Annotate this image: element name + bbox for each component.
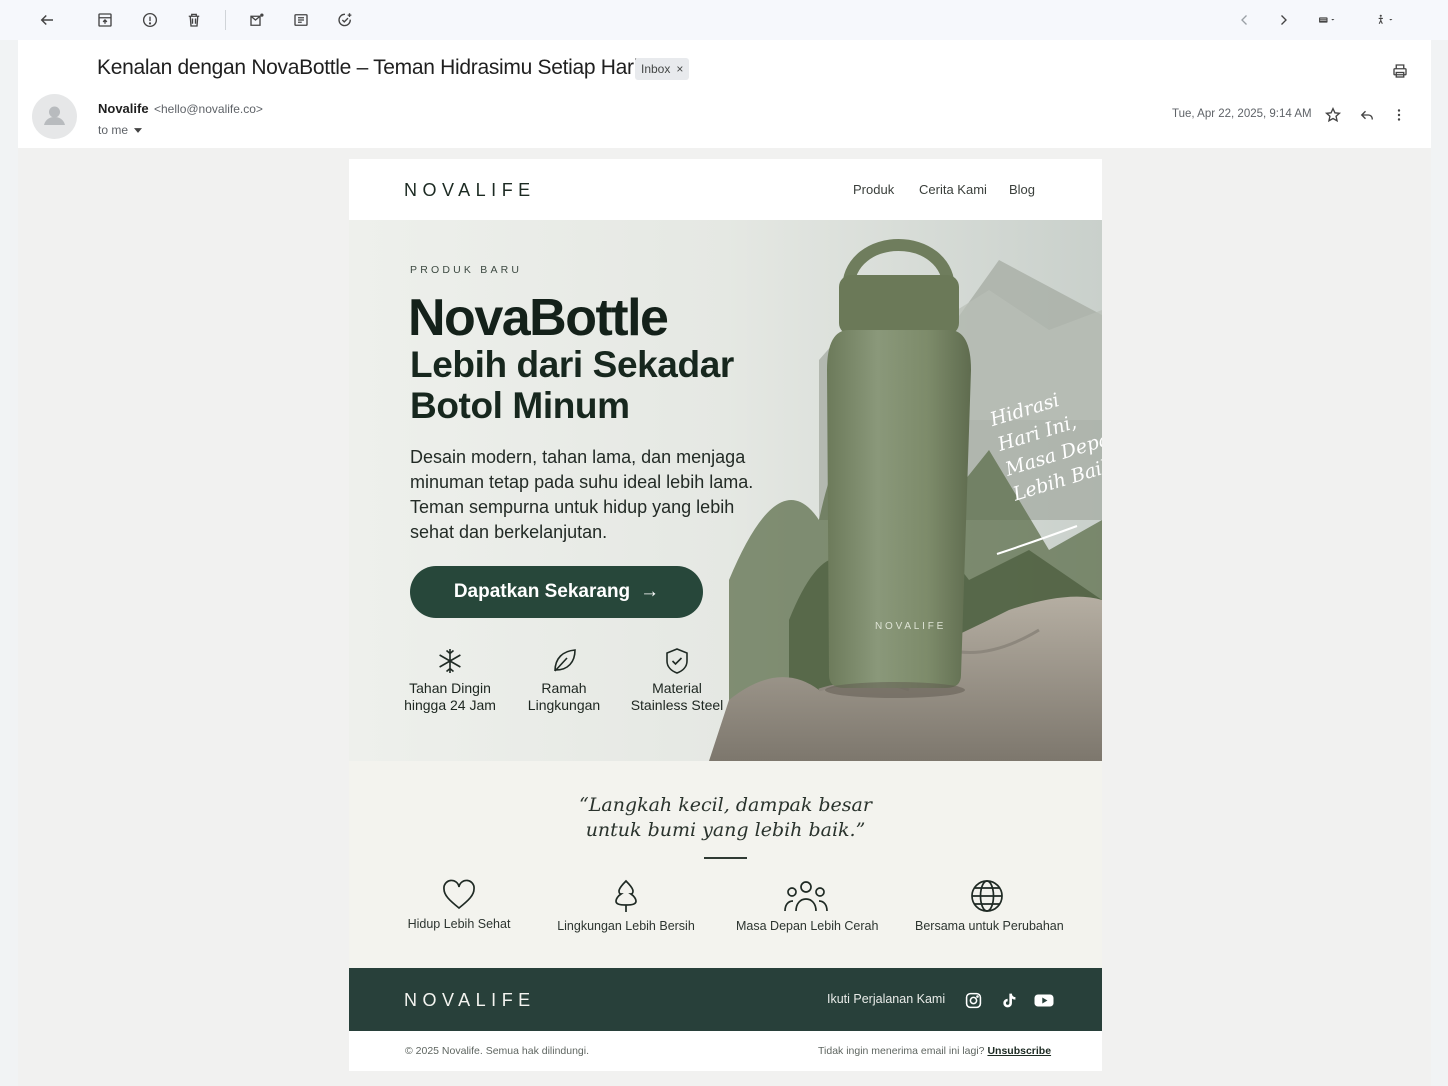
email-body: NOVALIFE Produk Cerita Kami Blog NOVALIF…: [349, 159, 1102, 1071]
feature-label: Material: [652, 680, 702, 696]
globe-icon: [971, 880, 1003, 912]
feature-cold: Tahan Dingin hingga 24 Jam: [390, 646, 510, 714]
sender-email: <hello@novalife.co>: [154, 102, 263, 116]
feature-label: Lingkungan: [527, 697, 601, 713]
feature-eco: Ramah Lingkungan: [504, 646, 624, 714]
email-footer: NOVALIFE Ikuti Perjalanan Kami: [349, 968, 1102, 1031]
more-options-icon[interactable]: [1388, 104, 1410, 126]
feature-label: hingga 24 Jam: [404, 697, 496, 713]
nav-link-cerita-kami[interactable]: Cerita Kami: [919, 182, 987, 197]
message-date: Tue, Apr 22, 2025, 9:14 AM: [1172, 108, 1312, 120]
follow-us-label: Ikuti Perjalanan Kami: [827, 992, 946, 1006]
people-icon: [784, 881, 828, 912]
legal-footer: © 2025 Novalife. Semua hak dilindungi. T…: [349, 1031, 1102, 1071]
tiktok-icon[interactable]: [997, 989, 1019, 1011]
sender-avatar: [32, 94, 77, 139]
nav-link-produk[interactable]: Produk: [853, 182, 894, 197]
subject-line: Kenalan dengan NovaBottle – Teman Hidras…: [97, 56, 639, 79]
hero-description: Desain modern, tahan lama, dan menjaga m…: [410, 447, 754, 542]
value-label: Bersama untuk Perubahan: [915, 919, 1064, 933]
email-nav: NOVALIFE Produk Cerita Kami Blog: [349, 159, 1102, 220]
chevron-down-icon: [134, 127, 143, 133]
value-future: Masa Depan Lebih Cerah: [736, 879, 879, 933]
footer-brand-logo[interactable]: NOVALIFE: [404, 990, 536, 1011]
hero-banner: NOVALIFE Hidrasi Hari Ini, Masa Depan Le…: [349, 220, 1102, 761]
brand-logo[interactable]: NOVALIFE: [404, 180, 536, 201]
move-to-icon[interactable]: [289, 8, 313, 32]
report-spam-icon[interactable]: [138, 8, 162, 32]
print-icon[interactable]: [1389, 60, 1411, 82]
value-healthy: Hidup Lebih Sehat: [406, 879, 512, 931]
value-label: Masa Depan Lebih Cerah: [736, 919, 879, 933]
value-label: Hidup Lebih Sehat: [407, 917, 511, 931]
feature-label: Tahan Dingin: [409, 680, 491, 696]
snowflake-icon: [439, 649, 461, 673]
sender-name: Novalife: [98, 101, 149, 116]
cta-button[interactable]: Dapatkan Sekarang →: [410, 566, 703, 618]
heart-icon: [443, 879, 475, 910]
keyboard-icon[interactable]: [1310, 8, 1344, 32]
delete-icon[interactable]: [182, 8, 206, 32]
star-icon[interactable]: [1322, 104, 1344, 126]
back-arrow-icon[interactable]: [35, 8, 59, 32]
value-cleaner: Lingkungan Lebih Bersih: [557, 879, 695, 933]
value-label: Lingkungan Lebih Bersih: [557, 919, 695, 933]
brand-quote: “Langkah kecil, dampak besar untuk bumi …: [349, 793, 1102, 843]
hero-title: NovaBottle: [408, 289, 669, 347]
value-together: Bersama untuk Perubahan: [915, 879, 1064, 933]
accessibility-icon[interactable]: [1368, 8, 1402, 32]
cta-label: Dapatkan Sekarang: [453, 581, 631, 602]
inbox-label-chip[interactable]: Inbox ×: [635, 58, 690, 80]
inbox-label-text: Inbox: [641, 62, 671, 76]
leaf-icon: [554, 649, 576, 672]
recipient-details[interactable]: to me: [98, 123, 143, 137]
mark-unread-icon[interactable]: [245, 8, 269, 32]
youtube-icon[interactable]: [1032, 989, 1056, 1011]
archive-icon[interactable]: [93, 8, 117, 32]
remove-label-icon[interactable]: ×: [676, 62, 683, 76]
copyright-text: © 2025 Novalife. Semua hak dilindungi.: [405, 1045, 590, 1057]
chevron-right-icon[interactable]: [1271, 8, 1295, 32]
add-task-icon[interactable]: [333, 8, 357, 32]
feature-label: Stainless Steel: [630, 697, 724, 713]
reply-icon[interactable]: [1356, 104, 1378, 126]
arrow-right-icon: →: [640, 581, 660, 602]
unsubscribe-prompt: Tidak ingin menerima email ini lagi?: [818, 1045, 985, 1057]
bottle-brand-label: NOVALIFE: [875, 621, 947, 632]
recipient-text: to me: [98, 123, 129, 137]
unsubscribe-row: Tidak ingin menerima email ini lagi? Uns…: [818, 1045, 1051, 1057]
feature-label: Ramah: [541, 680, 587, 696]
toolbar-divider: [225, 10, 226, 30]
shield-check-icon: [666, 648, 688, 674]
unsubscribe-link[interactable]: Unsubscribe: [987, 1045, 1051, 1057]
instagram-icon[interactable]: [962, 989, 984, 1011]
nav-link-blog[interactable]: Blog: [1009, 182, 1035, 197]
feature-steel: Material Stainless Steel: [617, 646, 737, 714]
message-toolbar: [0, 0, 1448, 40]
hero-eyebrow: PRODUK BARU: [410, 264, 523, 276]
tree-icon: [615, 879, 637, 912]
divider: [704, 857, 747, 859]
quote-line: “Langkah kecil, dampak besar: [579, 794, 872, 816]
values-section: “Langkah kecil, dampak besar untuk bumi …: [349, 761, 1102, 968]
hero-subtitle: Lebih dari Sekadar Botol Minum: [410, 344, 734, 427]
quote-line: untuk bumi yang lebih baik.”: [585, 819, 866, 841]
chevron-left-icon[interactable]: [1233, 8, 1257, 32]
